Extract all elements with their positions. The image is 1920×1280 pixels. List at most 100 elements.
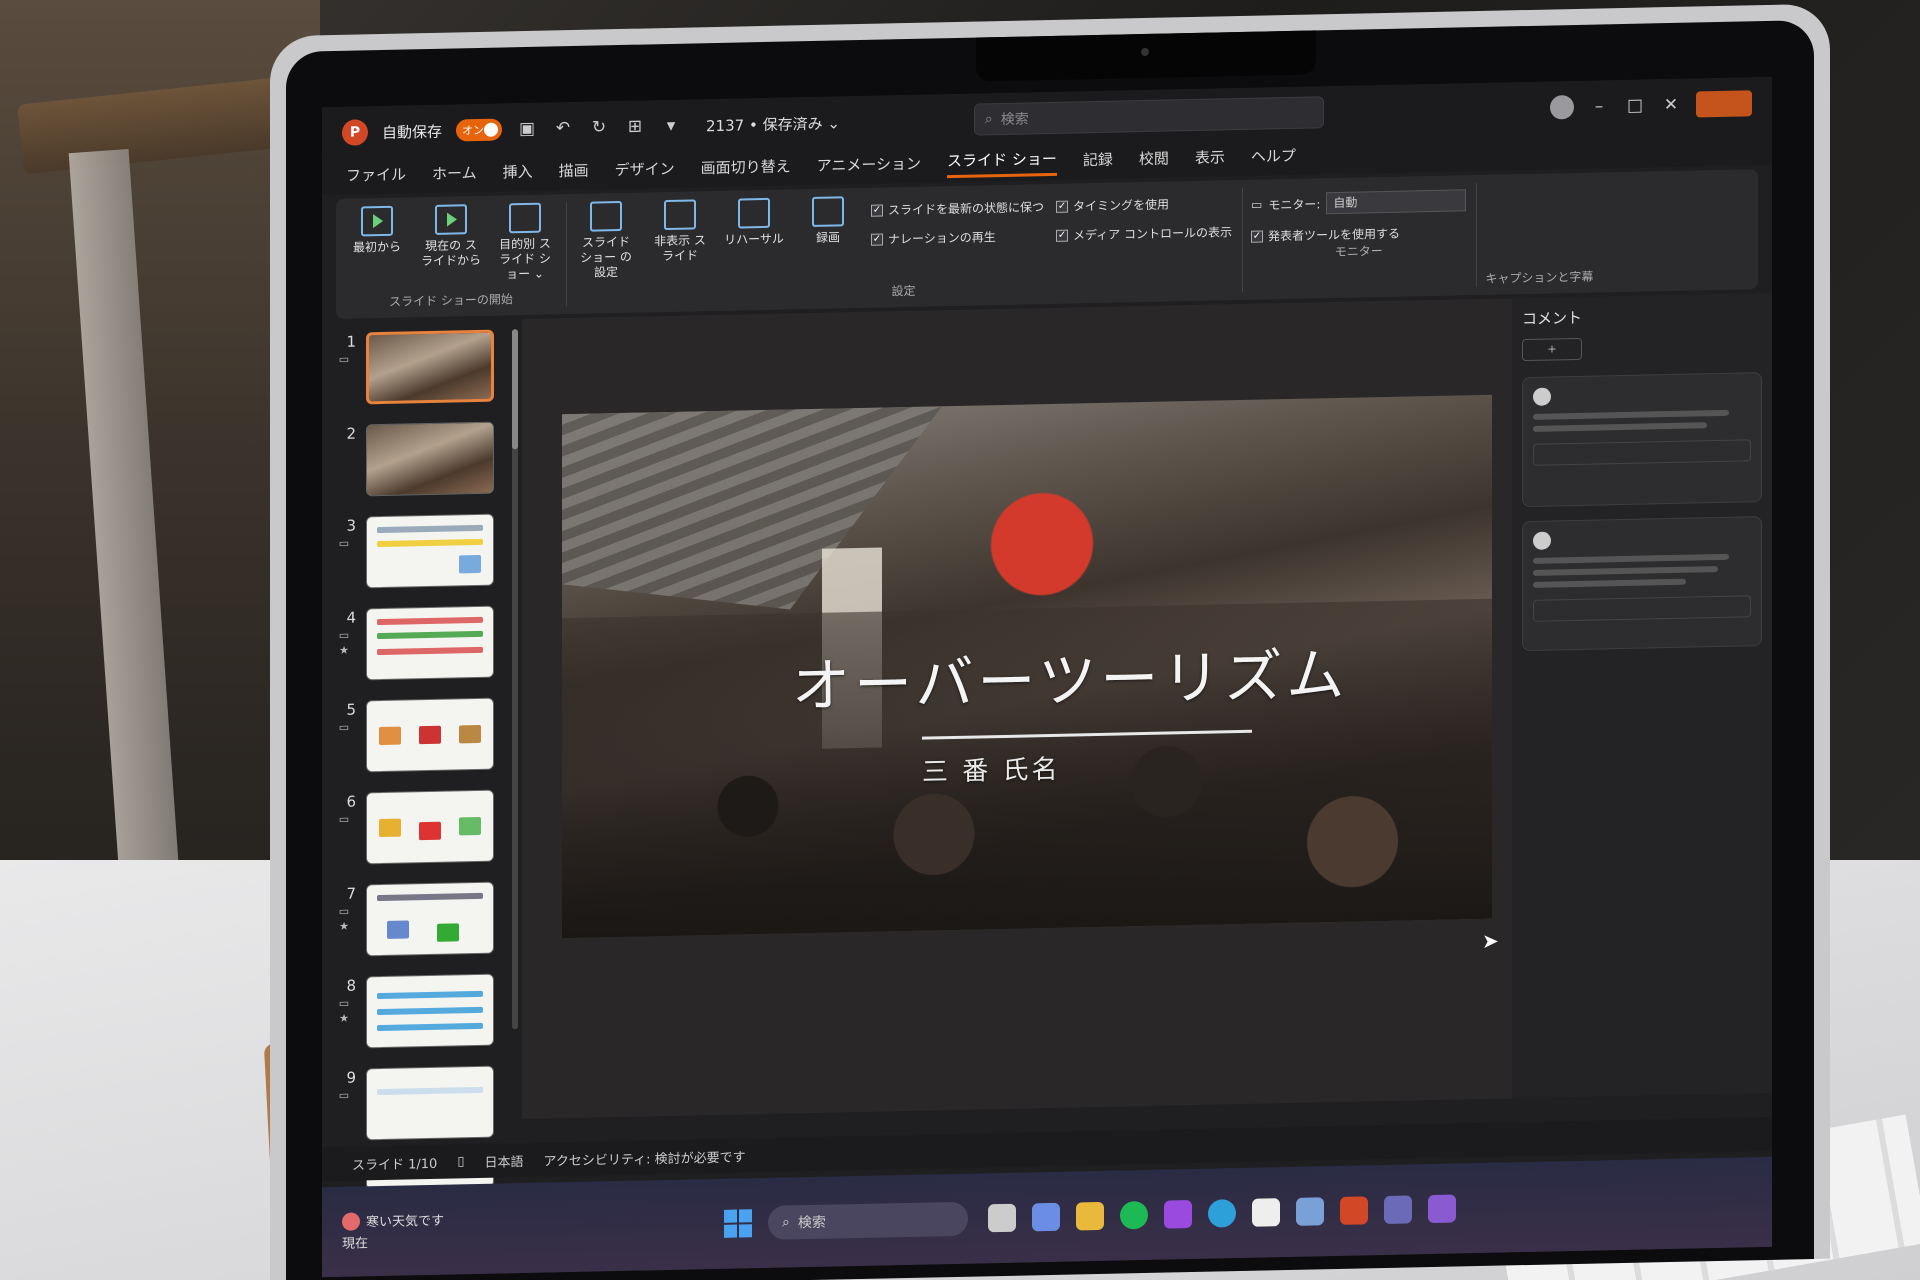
phone-link-icon[interactable]: [1296, 1197, 1325, 1226]
slide-thumbnail-row[interactable]: 1 ▭: [332, 329, 522, 405]
tab-animations[interactable]: アニメーション: [817, 152, 921, 179]
taskbar-search-input[interactable]: ⌕ 検索: [768, 1201, 969, 1240]
slide-thumbnail[interactable]: [366, 973, 494, 1049]
file-explorer-icon[interactable]: [1076, 1201, 1105, 1231]
language-indicator[interactable]: 日本語: [484, 1151, 523, 1171]
spotify-icon[interactable]: [1120, 1200, 1149, 1230]
star-icon: ★: [339, 919, 349, 933]
slide-thumbnail-row[interactable]: 3 ▭: [332, 513, 522, 589]
present-icon[interactable]: ⊞: [624, 115, 646, 137]
tab-review[interactable]: 校閲: [1139, 147, 1169, 173]
new-comment-button[interactable]: +: [1522, 337, 1582, 362]
thumbnails-scrollbar[interactable]: [512, 329, 518, 1030]
slide-thumbnail[interactable]: [366, 697, 494, 773]
slide-thumbnail-row[interactable]: 4 ▭ ★: [332, 605, 522, 681]
tab-insert[interactable]: 挿入: [503, 160, 533, 186]
redo-icon[interactable]: ↻: [588, 116, 610, 138]
close-icon[interactable]: ✕: [1660, 94, 1682, 116]
customize-toolbar-icon[interactable]: ▾: [660, 115, 682, 137]
windows-start-icon[interactable]: [724, 1209, 753, 1238]
autosave-toggle[interactable]: オン: [456, 118, 503, 142]
tab-view[interactable]: 表示: [1195, 146, 1225, 172]
checkbox-checked-icon: ✓: [1056, 229, 1069, 242]
weather-widget[interactable]: 寒い天気です 現在: [342, 1210, 444, 1252]
thumb-text-line: [377, 1022, 483, 1032]
slide-thumbnail[interactable]: [366, 605, 494, 681]
tab-help[interactable]: ヘルプ: [1251, 144, 1296, 170]
comment-text-line: [1533, 409, 1730, 420]
slide-thumbnail-row[interactable]: 6 ▭: [332, 789, 522, 865]
slide-title[interactable]: オーバーツーリズム: [792, 628, 1348, 724]
slide-thumbnail-row[interactable]: 8 ▭ ★: [332, 973, 522, 1049]
ribbon-group-monitor: ▭ モニター: 自動 ✓ 発表者ツールを使用する モニター: [1251, 183, 1478, 292]
share-button[interactable]: [1696, 90, 1752, 118]
spellcheck-icon[interactable]: ▯: [457, 1154, 464, 1169]
slide-thumbnail[interactable]: [366, 1065, 494, 1141]
slide-thumbnail-row[interactable]: 7 ▭ ★: [332, 881, 522, 957]
setup-show-button[interactable]: スライド ショー の設定: [575, 200, 637, 289]
slide-thumbnail[interactable]: [366, 881, 494, 957]
tab-record[interactable]: 記録: [1083, 148, 1113, 174]
search-input[interactable]: ⌕ 検索: [973, 96, 1324, 136]
monitor-select-row: ▭ モニター: 自動: [1251, 189, 1467, 216]
comment-icon: ▭: [338, 996, 350, 1010]
ribbon-group-start: 最初から 現在の スライドから 目的別 スライド ショー ⌄ スライド ショーの…: [346, 202, 567, 311]
keep-updated-checkbox[interactable]: ✓ スライドを最新の状態に保つ: [871, 198, 1044, 219]
screen-bezel: P 自動保存 オン ▣ ↶ ↻ ⊞ ▾ 2137 • 保存済み ⌄ ⌕ 検索 –…: [286, 19, 1814, 1280]
slide-thumbnail[interactable]: [366, 329, 494, 405]
comment-header: [1533, 383, 1751, 406]
save-icon[interactable]: ▣: [516, 118, 538, 140]
comment-card[interactable]: [1522, 372, 1762, 508]
avatar: [1533, 387, 1551, 406]
edge-icon[interactable]: [1208, 1199, 1237, 1228]
group-label-monitor: モニター: [1334, 244, 1383, 260]
from-current-button[interactable]: 現在の スライドから: [420, 204, 482, 292]
document-title[interactable]: 2137 • 保存済み ⌄: [706, 112, 840, 136]
record-button[interactable]: 録画: [797, 196, 859, 284]
slide-thumbnail-row[interactable]: 2: [332, 421, 522, 497]
undo-icon[interactable]: ↶: [552, 117, 574, 139]
hide-slide-button[interactable]: 非表示 スライド: [649, 199, 711, 287]
thumb-text-line: [377, 616, 483, 626]
comments-title: コメント: [1522, 308, 1583, 329]
tab-file[interactable]: ファイル: [346, 163, 406, 189]
from-beginning-button[interactable]: 最初から: [346, 205, 408, 293]
from-current-label: 現在の スライドから: [420, 238, 481, 269]
rehearse-button[interactable]: リハーサル: [723, 197, 785, 286]
store-icon[interactable]: [1252, 1198, 1281, 1227]
laptop-lid: P 自動保存 オン ▣ ↶ ↻ ⊞ ▾ 2137 • 保存済み ⌄ ⌕ 検索 –…: [270, 3, 1830, 1280]
slide-thumbnail[interactable]: [366, 789, 494, 865]
media-controls-checkbox[interactable]: ✓ メディア コントロールの表示: [1056, 223, 1232, 244]
tab-home[interactable]: ホーム: [432, 162, 477, 188]
teams-icon[interactable]: [1164, 1200, 1193, 1229]
slide-thumbnail[interactable]: [366, 421, 494, 497]
tab-design[interactable]: デザイン: [615, 157, 675, 183]
custom-show-button[interactable]: 目的別 スライド ショー ⌄: [494, 202, 556, 290]
media-controls-label: メディア コントロールの表示: [1073, 225, 1232, 243]
slide-thumbnail[interactable]: [366, 513, 494, 589]
thumb-meta: 8 ▭ ★: [332, 977, 356, 1026]
comment-card[interactable]: [1522, 516, 1762, 652]
copilot-icon[interactable]: [1032, 1202, 1061, 1232]
tab-transitions[interactable]: 画面切り替え: [701, 155, 791, 182]
tab-slide-show[interactable]: スライド ショー: [947, 147, 1057, 179]
current-slide[interactable]: オーバーツーリズム 三 番 氏名: [562, 394, 1492, 939]
accessibility-status[interactable]: アクセシビリティ: 検討が必要です: [544, 1146, 746, 1169]
tab-draw[interactable]: 描画: [559, 159, 589, 185]
play-narration-checkbox[interactable]: ✓ ナレーションの再生: [871, 227, 1044, 248]
rehearse-label: リハーサル: [724, 231, 784, 247]
slide-thumbnail-row[interactable]: 9 ▭: [332, 1065, 522, 1141]
maximize-icon[interactable]: □: [1624, 95, 1646, 117]
comment-reply-input[interactable]: [1533, 595, 1751, 622]
slide-thumbnail-row[interactable]: 5 ▭: [332, 697, 522, 773]
minimize-icon[interactable]: –: [1588, 95, 1610, 117]
task-view-icon[interactable]: [988, 1203, 1017, 1233]
powerpoint-taskbar-icon[interactable]: [1340, 1196, 1369, 1225]
app-icon[interactable]: [1384, 1195, 1413, 1225]
monitor-select[interactable]: 自動: [1326, 189, 1467, 215]
use-timing-checkbox[interactable]: ✓ タイミングを使用: [1056, 194, 1232, 215]
app-icon[interactable]: [1428, 1194, 1457, 1224]
comment-reply-input[interactable]: [1533, 439, 1751, 466]
avatar[interactable]: [1550, 95, 1574, 120]
slide-subtitle[interactable]: 三 番 氏名: [922, 749, 1061, 789]
